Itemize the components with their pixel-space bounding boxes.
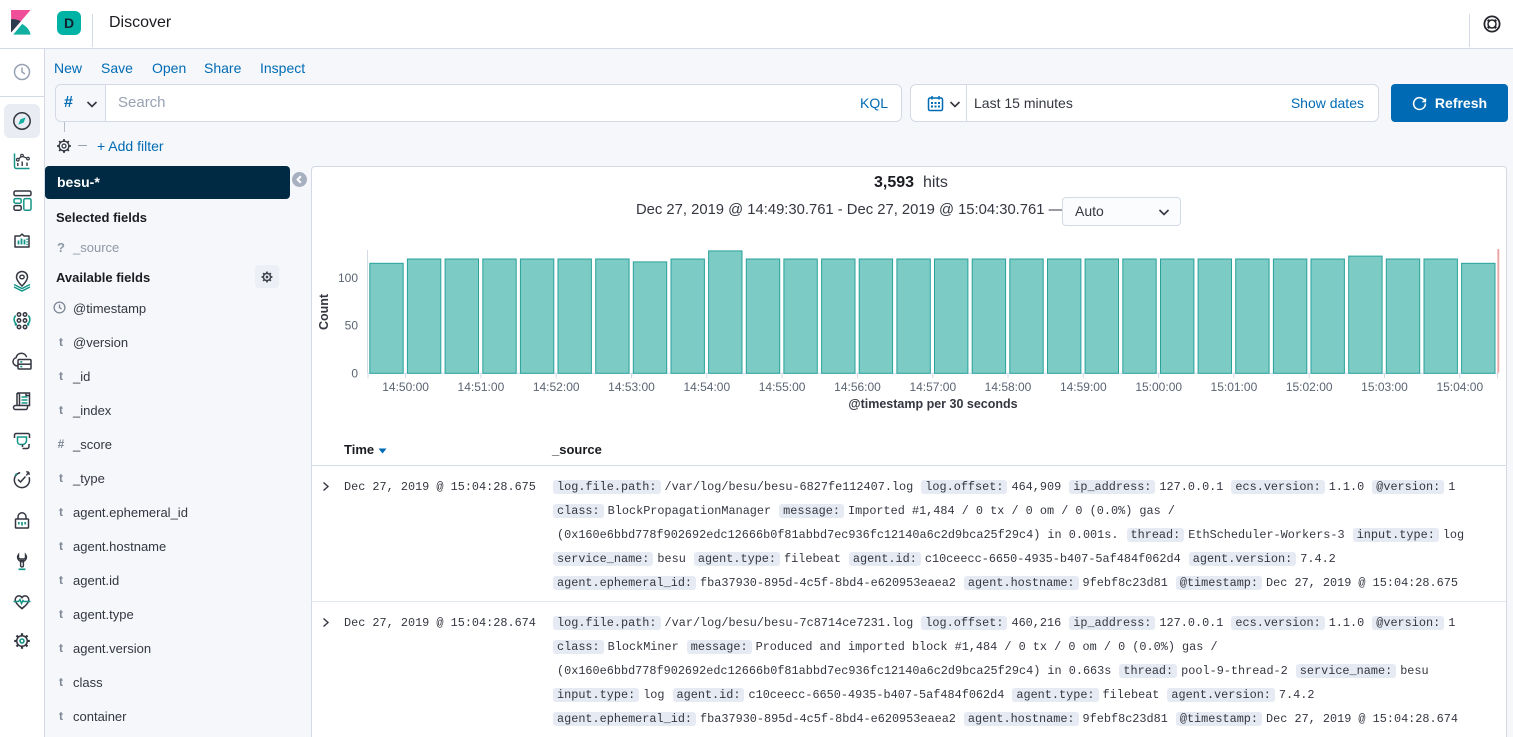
svg-text:50: 50 bbox=[345, 318, 359, 332]
svg-text:Count: Count bbox=[317, 293, 331, 330]
svg-text:14:51:00: 14:51:00 bbox=[458, 380, 505, 394]
svg-text:14:58:00: 14:58:00 bbox=[985, 380, 1032, 394]
svg-text:14:50:00: 14:50:00 bbox=[382, 380, 429, 394]
svg-text:15:02:00: 15:02:00 bbox=[1286, 380, 1333, 394]
svg-text:15:00:00: 15:00:00 bbox=[1135, 380, 1182, 394]
svg-text:14:56:00: 14:56:00 bbox=[834, 380, 881, 394]
svg-text:15:01:00: 15:01:00 bbox=[1211, 380, 1258, 394]
svg-text:15:03:00: 15:03:00 bbox=[1361, 380, 1408, 394]
svg-text:14:57:00: 14:57:00 bbox=[909, 380, 956, 394]
svg-text:15:04:00: 15:04:00 bbox=[1436, 380, 1483, 394]
svg-text:14:53:00: 14:53:00 bbox=[608, 380, 655, 394]
svg-text:14:52:00: 14:52:00 bbox=[533, 380, 580, 394]
svg-text:14:54:00: 14:54:00 bbox=[683, 380, 730, 394]
svg-text:100: 100 bbox=[338, 271, 358, 285]
svg-text:0: 0 bbox=[351, 366, 358, 380]
svg-text:14:59:00: 14:59:00 bbox=[1060, 380, 1107, 394]
svg-text:14:55:00: 14:55:00 bbox=[759, 380, 806, 394]
